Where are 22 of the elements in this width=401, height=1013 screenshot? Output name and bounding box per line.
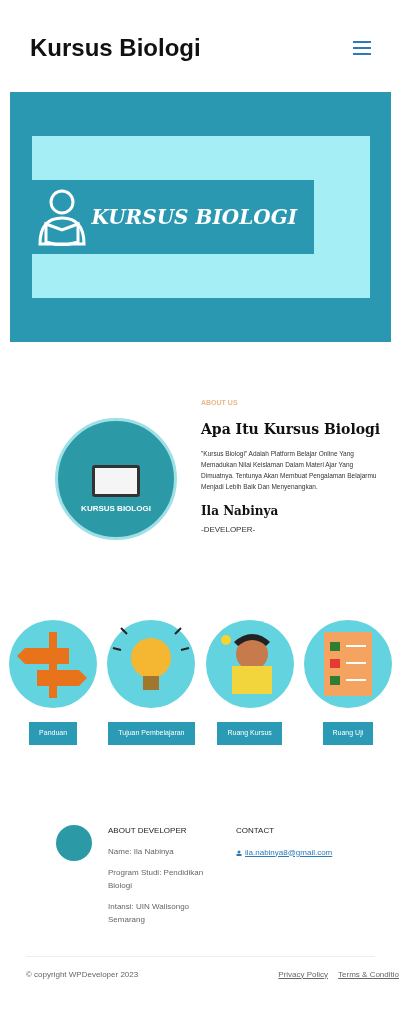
signpost-illustration-icon xyxy=(9,620,98,708)
checklist-illustration-icon xyxy=(303,620,392,708)
bulb-illustration-icon xyxy=(107,620,196,708)
developer-name: Ila Nabinya xyxy=(201,502,280,520)
person-icon xyxy=(236,849,242,856)
site-title[interactable]: Kursus Biologi xyxy=(30,30,201,66)
footer-text: Name: Ila Nabinya xyxy=(108,845,175,858)
laptop-icon xyxy=(92,465,140,497)
footer-text: Program Studi: Pendidikan Biologi xyxy=(108,866,205,892)
footer-heading: ABOUT DEVELOPER xyxy=(108,824,188,837)
footer-logo xyxy=(56,824,92,861)
logo-text: KURSUS BIOLOGI xyxy=(81,503,151,515)
footer-text: Intansi: UIN Walisongo Semarang xyxy=(108,900,191,926)
footer-heading: CONTACT xyxy=(236,824,276,837)
footer-link[interactable]: Privacy Policy xyxy=(278,968,329,981)
developer-role: -DEVELOPER- xyxy=(201,523,257,536)
menu-icon[interactable] xyxy=(353,41,371,55)
footer-copyright: © copyright WPDeveloper 2023 xyxy=(26,968,139,981)
banner-title: KURSUS BIOLOGI xyxy=(91,204,298,231)
email-link[interactable]: ila.nabinya8@gmail.com xyxy=(245,846,333,859)
footer-link[interactable]: Terms & Conditio xyxy=(338,968,399,981)
reader-illustration-icon xyxy=(205,620,294,708)
